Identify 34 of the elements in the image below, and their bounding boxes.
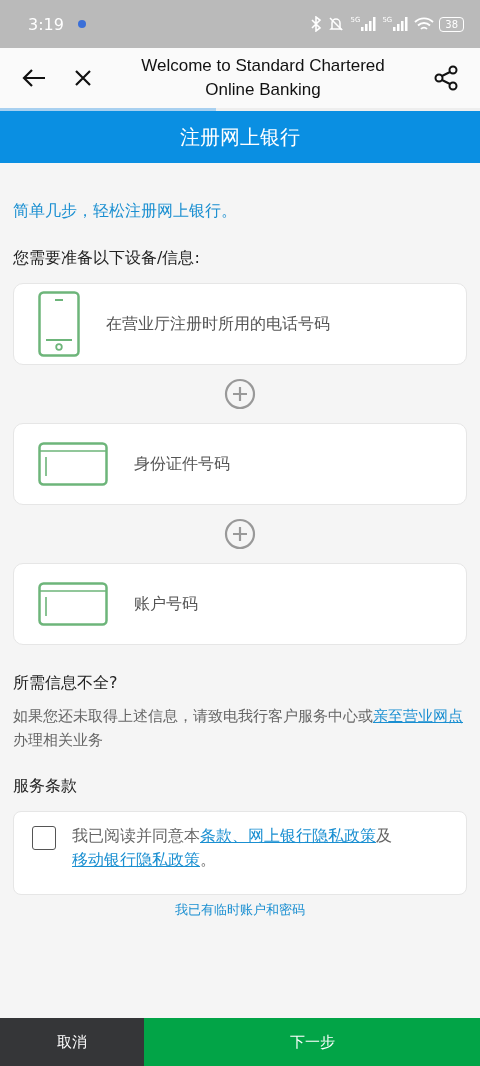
card-icon (38, 442, 108, 486)
cancel-button[interactable]: 取消 (0, 1018, 144, 1066)
banner: 注册网上银行 (0, 111, 480, 163)
battery-indicator: 38 (439, 16, 464, 32)
status-time: 3:19 (28, 14, 64, 34)
requirement-label: 在营业厅注册时所用的电话号码 (106, 313, 330, 335)
signal-icon (393, 17, 410, 31)
agree-checkbox[interactable] (32, 826, 56, 850)
plus-icon (224, 518, 256, 550)
section-heading: 服务条款 (13, 776, 78, 797)
next-button[interactable]: 下一步 (144, 1018, 480, 1066)
page-title: Welcome to Standard Chartered Online Banking (140, 55, 386, 101)
policy-link[interactable]: 移动银行隐私政策 (72, 850, 200, 869)
help-text: 如果您还未取得上述信息，请致电我行客户服务中心或亲至营业网点 办理相关业务 (13, 706, 464, 751)
notification-icon (76, 19, 87, 29)
requirement-label: 身份证件号码 (134, 453, 230, 475)
bluetooth-icon (310, 16, 323, 32)
phone-icon (38, 291, 80, 357)
section-heading: 您需要准备以下设备/信息: (13, 248, 201, 269)
mute-icon (327, 16, 346, 32)
wifi-icon (414, 16, 435, 32)
plus-icon (224, 378, 256, 410)
signal-icon (361, 17, 378, 31)
tagline: 简单几步，轻松注册网上银行。 (13, 201, 238, 222)
back-arrow-icon (22, 68, 46, 88)
terms-text: 我已阅读并同意本条款、网上银行隐私政策及 移动银行隐私政策。 (72, 825, 393, 871)
temporary-account-link[interactable]: 我已有临时账户和密码 (175, 901, 305, 919)
branch-link[interactable]: 亲至营业网点 (373, 707, 463, 725)
card-icon (38, 582, 108, 626)
policy-link[interactable]: 条款、网上银行隐私政策 (200, 826, 376, 845)
section-heading: 所需信息不全? (13, 673, 119, 694)
share-icon (434, 65, 458, 91)
close-icon (74, 69, 92, 87)
requirement-label: 账户号码 (134, 593, 198, 615)
